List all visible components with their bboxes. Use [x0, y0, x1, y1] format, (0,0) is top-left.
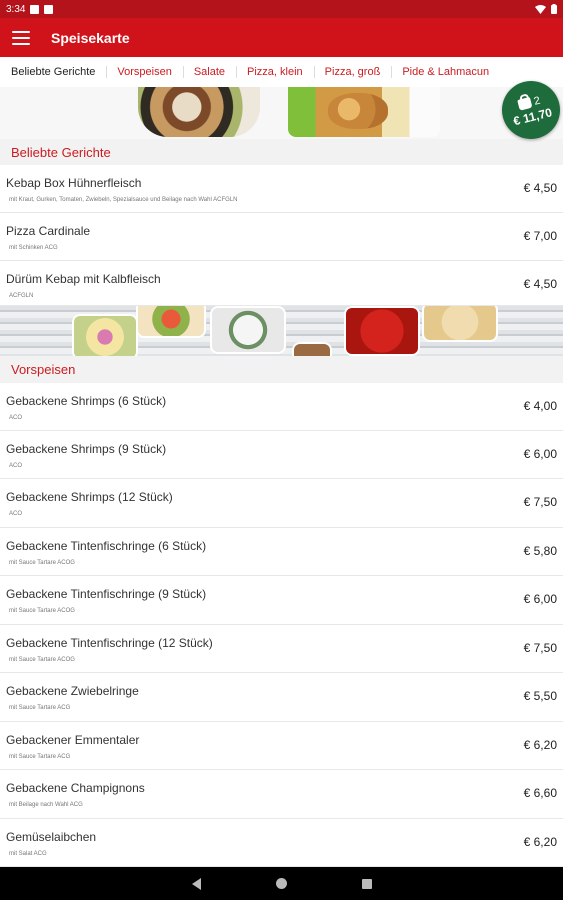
vorspeisen-banner-image	[0, 306, 563, 356]
menu-item-description: mit Sauce Tartare ACOG	[9, 657, 75, 663]
menu-item-name: Gebackene Shrimps (9 Stück)	[6, 442, 167, 456]
menu-item-price: € 6,00	[523, 447, 557, 461]
menu-item-name: Gebackener Emmentaler	[6, 733, 140, 747]
menu-item[interactable]: Gebackene Shrimps (12 Stück) ACO € 7,50	[0, 479, 563, 528]
menu-item-name: Gebackene Tintenfischringe (6 Stück)	[6, 539, 207, 553]
system-navigation-bar	[0, 867, 563, 900]
menu-item-price: € 6,00	[523, 592, 557, 606]
menu-item[interactable]: Pizza Cardinale mit Schinken ACG € 7,00	[0, 213, 563, 261]
menu-item-price: € 7,50	[523, 641, 557, 655]
menu-item-description: ACO	[9, 415, 23, 421]
menu-item-name: Pizza Cardinale	[6, 224, 91, 238]
menu-item-name: Gemüselaibchen	[6, 830, 97, 844]
menu-item-price: € 5,80	[523, 544, 557, 558]
section-title: Beliebte Gerichte	[0, 139, 563, 165]
menu-item-name: Gebackene Tintenfischringe (9 Stück)	[6, 587, 207, 601]
menu-item-description: mit Sauce Tartare ACOG	[9, 560, 75, 566]
back-icon[interactable]	[191, 877, 201, 890]
menu-item[interactable]: Gebackener Emmentaler mit Sauce Tartare …	[0, 722, 563, 770]
tab-pizza-gross[interactable]: Pizza, groß	[313, 57, 392, 87]
menu-item[interactable]: Gebackene Tintenfischringe (9 Stück) mit…	[0, 576, 563, 625]
section-title: Vorspeisen	[0, 356, 563, 382]
menu-item-price: € 4,00	[523, 399, 557, 413]
menu-item[interactable]: Kebap Box Hühnerfleisch mit Kraut, Gurke…	[0, 165, 563, 213]
tab-vorspeisen[interactable]: Vorspeisen	[106, 57, 182, 87]
menu-item-name: Gebackene Champignons	[6, 781, 145, 795]
menu-item-description: mit Salat ACG	[9, 851, 47, 857]
menu-item-price: € 4,50	[523, 181, 557, 195]
menu-item-description: mit Sauce Tartare ACG	[9, 754, 71, 760]
food-banner-image	[0, 87, 563, 139]
menu-item-price: € 7,00	[523, 229, 557, 243]
menu-item-price: € 5,50	[523, 689, 557, 703]
menu-item-price: € 6,60	[523, 786, 557, 800]
menu-item-name: Dürüm Kebap mit Kalbfleisch	[6, 272, 161, 286]
kebap-plate-image	[138, 87, 260, 137]
recents-icon[interactable]	[361, 878, 372, 889]
tab-pide-lahmacun[interactable]: Pide & Lahmacun	[391, 57, 500, 87]
menu-item-description: mit Sauce Tartare ACG	[9, 705, 71, 711]
menu-item[interactable]: Dürüm Kebap mit Kalbfleisch ACFGLN € 4,5…	[0, 261, 563, 306]
menu-item[interactable]: Gebackene Tintenfischringe (12 Stück) mi…	[0, 625, 563, 673]
menu-item-price: € 6,20	[523, 835, 557, 849]
tab-beliebte-gerichte[interactable]: Beliebte Gerichte	[0, 57, 106, 87]
menu-item[interactable]: Gemüselaibchen mit Salat ACG € 6,20	[0, 819, 563, 867]
category-tabs: Beliebte Gerichte Vorspeisen Salate Pizz…	[0, 57, 563, 87]
home-icon[interactable]	[275, 878, 287, 889]
hamburger-menu-icon[interactable]	[12, 30, 30, 45]
menu-item-price: € 6,20	[523, 738, 557, 752]
menu-item[interactable]: Gebackene Shrimps (9 Stück) ACO € 6,00	[0, 431, 563, 479]
battery-icon	[551, 4, 557, 14]
menu-item[interactable]: Gebackene Zwiebelringe mit Sauce Tartare…	[0, 673, 563, 722]
menu-item-name: Gebackene Shrimps (12 Stück)	[6, 490, 173, 504]
menu-item-description: mit Beilage nach Wahl ACG	[9, 802, 83, 808]
menu-item-description: ACO	[9, 511, 23, 517]
cart-total: € 11,70	[511, 104, 554, 128]
cart-count: 2	[532, 94, 542, 108]
status-bar: 3:34	[0, 0, 563, 18]
tab-pizza-klein[interactable]: Pizza, klein	[236, 57, 314, 87]
menu-item[interactable]: Gebackene Shrimps (6 Stück) ACO € 4,00	[0, 383, 563, 431]
app-bar: Speisekarte	[0, 18, 563, 57]
menu-item-description: mit Kraut, Gurken, Tomaten, Zwiebeln, Sp…	[9, 197, 238, 203]
menu-item-name: Kebap Box Hühnerfleisch	[6, 176, 142, 190]
menu-item-description: ACFGLN	[9, 293, 34, 299]
menu-item-name: Gebackene Shrimps (6 Stück)	[6, 394, 167, 408]
menu-item-name: Gebackene Zwiebelringe	[6, 684, 139, 698]
menu-item-price: € 7,50	[523, 495, 557, 509]
page-title: Speisekarte	[51, 29, 130, 46]
notification-icon	[44, 4, 54, 14]
menu-item-name: Gebackene Tintenfischringe (12 Stück)	[6, 636, 213, 650]
notification-icon	[30, 4, 40, 14]
menu-item-description: ACO	[9, 463, 23, 469]
tab-salate[interactable]: Salate	[182, 57, 236, 87]
menu-item[interactable]: Gebackene Tintenfischringe (6 Stück) mit…	[0, 528, 563, 576]
menu-item-price: € 4,50	[523, 277, 557, 291]
wifi-icon	[535, 4, 546, 14]
menu-item-description: mit Schinken ACG	[9, 245, 58, 251]
fried-food-plate-image	[288, 87, 440, 137]
menu-item-description: mit Sauce Tartare ACOG	[9, 608, 75, 614]
menu-item[interactable]: Gebackene Champignons mit Beilage nach W…	[0, 770, 563, 819]
status-time: 3:34	[6, 3, 26, 15]
